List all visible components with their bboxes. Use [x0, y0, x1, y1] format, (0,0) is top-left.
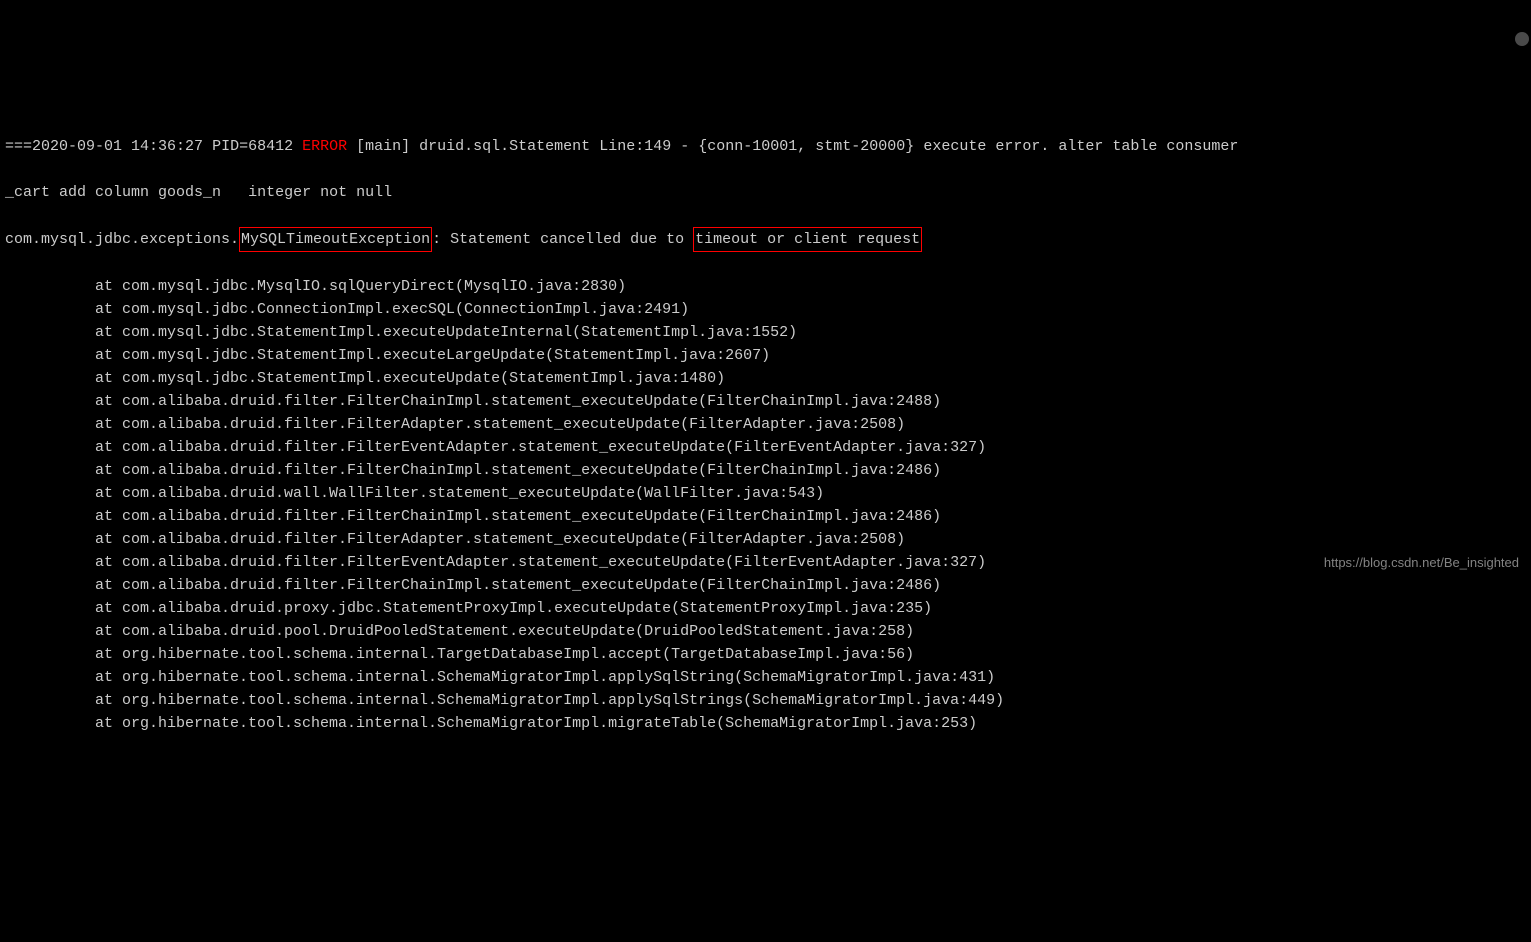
exception-package: com.mysql.jdbc.exceptions.	[5, 231, 239, 248]
stackframe: at org.hibernate.tool.schema.internal.Ta…	[5, 643, 1526, 666]
stackframe: at com.mysql.jdbc.StatementImpl.executeU…	[5, 367, 1526, 390]
stackframe: at com.mysql.jdbc.StatementImpl.executeL…	[5, 344, 1526, 367]
pid: PID=68412	[212, 138, 293, 155]
logger: druid.sql.Statement	[419, 138, 590, 155]
exception-msg-prefix: Statement cancelled due to	[441, 231, 693, 248]
stackframe: at com.alibaba.druid.filter.FilterEventA…	[5, 551, 1526, 574]
stackframe: at com.alibaba.druid.filter.FilterEventA…	[5, 436, 1526, 459]
sql-text-3: integer not null	[248, 184, 392, 201]
stackframe-text: at com.alibaba.druid.proxy.jdbc.Statemen…	[95, 600, 932, 617]
stackframe-text: at com.alibaba.druid.filter.FilterChainI…	[95, 393, 941, 410]
stackframe-text: at com.mysql.jdbc.StatementImpl.executeL…	[95, 347, 770, 364]
stackframe-text: at com.alibaba.druid.pool.DruidPooledSta…	[95, 623, 914, 640]
error-msg: execute error.	[923, 138, 1049, 155]
stackframe-text: at com.alibaba.druid.filter.FilterAdapte…	[95, 531, 905, 548]
stackframe-text: at com.alibaba.druid.filter.FilterChainI…	[95, 462, 941, 479]
sql-text-2: _cart add column goods_n	[5, 184, 221, 201]
stackframe-text: at org.hibernate.tool.schema.internal.Sc…	[95, 715, 977, 732]
timestamp: 2020-09-01 14:36:27	[32, 138, 203, 155]
stackframe-text: at com.alibaba.druid.wall.WallFilter.sta…	[95, 485, 824, 502]
stackframe: at com.alibaba.druid.filter.FilterChainI…	[5, 505, 1526, 528]
log-level: ERROR	[302, 138, 347, 155]
stackframe-text: at com.mysql.jdbc.StatementImpl.executeU…	[95, 370, 725, 387]
exception-cause-highlight: timeout or client request	[693, 227, 922, 252]
stackframe-text: at com.mysql.jdbc.StatementImpl.executeU…	[95, 324, 797, 341]
stackframe: at com.alibaba.druid.filter.FilterChainI…	[5, 574, 1526, 597]
stackframe: at org.hibernate.tool.schema.internal.Sc…	[5, 712, 1526, 735]
stackframe-text: at org.hibernate.tool.schema.internal.Sc…	[95, 669, 995, 686]
log-prefix: ===	[5, 138, 32, 155]
log-output: ===2020-09-01 14:36:27 PID=68412 ERROR […	[5, 112, 1526, 758]
stackframe: at org.hibernate.tool.schema.internal.Sc…	[5, 666, 1526, 689]
stackframe: at com.mysql.jdbc.ConnectionImpl.execSQL…	[5, 298, 1526, 321]
stackframe-text: at com.alibaba.druid.filter.FilterChainI…	[95, 508, 941, 525]
sql-text-1: alter table consumer	[1058, 138, 1238, 155]
log-header-line1: ===2020-09-01 14:36:27 PID=68412 ERROR […	[5, 135, 1526, 158]
exception-class-highlight: MySQLTimeoutException	[239, 227, 432, 252]
stackframe-text: at org.hibernate.tool.schema.internal.Ta…	[95, 646, 914, 663]
stacktrace: at com.mysql.jdbc.MysqlIO.sqlQueryDirect…	[5, 275, 1526, 735]
stackframe-text: at com.mysql.jdbc.ConnectionImpl.execSQL…	[95, 301, 689, 318]
stackframe: at org.hibernate.tool.schema.internal.Sc…	[5, 689, 1526, 712]
stackframe: at com.alibaba.druid.proxy.jdbc.Statemen…	[5, 597, 1526, 620]
context: {conn-10001, stmt-20000}	[698, 138, 914, 155]
stackframe: at com.mysql.jdbc.MysqlIO.sqlQueryDirect…	[5, 275, 1526, 298]
exception-colon: :	[432, 231, 441, 248]
stackframe: at com.alibaba.druid.filter.FilterChainI…	[5, 459, 1526, 482]
thread: [main]	[356, 138, 410, 155]
stackframe: at com.alibaba.druid.pool.DruidPooledSta…	[5, 620, 1526, 643]
stackframe-text: at com.alibaba.druid.filter.FilterEventA…	[95, 439, 986, 456]
line-num: Line:149	[599, 138, 671, 155]
separator: -	[680, 138, 689, 155]
stackframe-text: at com.alibaba.druid.filter.FilterChainI…	[95, 577, 941, 594]
stackframe: at com.mysql.jdbc.StatementImpl.executeU…	[5, 321, 1526, 344]
stackframe-text: at com.alibaba.druid.filter.FilterEventA…	[95, 554, 986, 571]
stackframe: at com.alibaba.druid.filter.FilterAdapte…	[5, 413, 1526, 436]
stackframe: at com.alibaba.druid.filter.FilterAdapte…	[5, 528, 1526, 551]
stackframe-text: at com.mysql.jdbc.MysqlIO.sqlQueryDirect…	[95, 278, 626, 295]
stackframe-text: at org.hibernate.tool.schema.internal.Sc…	[95, 692, 1004, 709]
stackframe: at com.alibaba.druid.filter.FilterChainI…	[5, 390, 1526, 413]
log-header-line2: _cart add column goods_n integer not nul…	[5, 181, 1526, 204]
scrollbar-thumb[interactable]	[1515, 32, 1529, 46]
exception-line: com.mysql.jdbc.exceptions.MySQLTimeoutEx…	[5, 227, 1526, 252]
watermark: https://blog.csdn.net/Be_insighted	[1324, 551, 1519, 574]
stackframe: at com.alibaba.druid.wall.WallFilter.sta…	[5, 482, 1526, 505]
stackframe-text: at com.alibaba.druid.filter.FilterAdapte…	[95, 416, 905, 433]
